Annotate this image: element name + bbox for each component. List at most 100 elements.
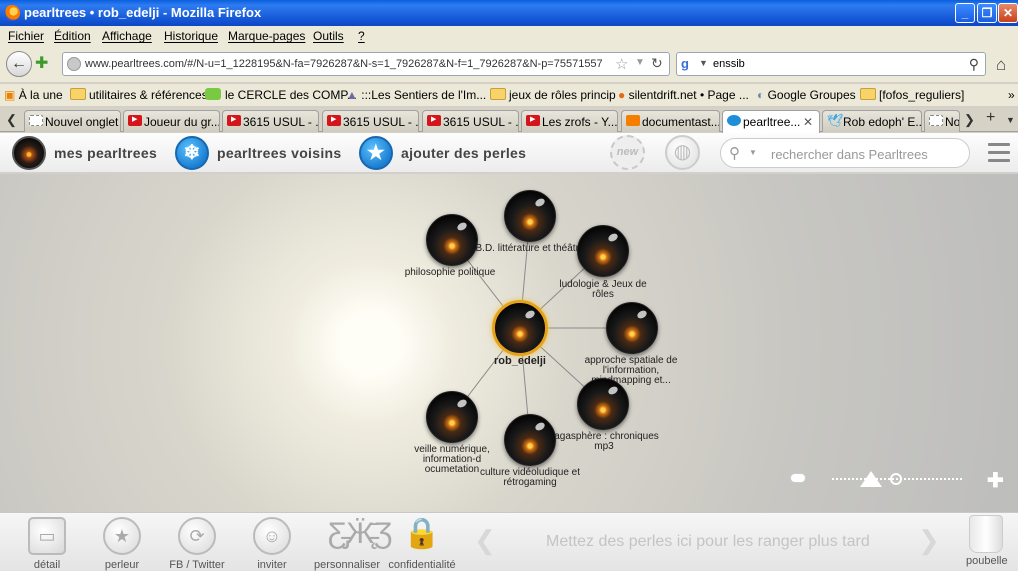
bookmark-jeux-de-roles[interactable]: jeux de rôles princip [490, 88, 616, 102]
menu-historique[interactable]: Historique [164, 29, 218, 43]
close-tab-icon[interactable]: ✕ [803, 115, 813, 129]
bookmark-google-groupes[interactable]: ◐ Google Groupes [757, 88, 856, 102]
site-icon: ▲ [346, 88, 358, 102]
pearl-label[interactable]: ludologie & Jeux de rôles [548, 280, 658, 300]
tab-nouvel-onglet[interactable]: Nouvel onglet [24, 110, 121, 132]
url-bar[interactable]: www.pearltrees.com/#/N-u=1_1228195&N-fa=… [62, 52, 670, 76]
star-icon: ★ [359, 136, 393, 170]
pearl-root-rob-edelji[interactable] [492, 300, 548, 356]
pearl-ludologie[interactable] [577, 225, 629, 277]
bookmark-silentdrift[interactable]: ● silentdrift.net • Page ... [618, 88, 749, 102]
back-arrow-icon: ← [11, 55, 27, 72]
search-scope-dropdown-icon[interactable]: ▼ [749, 148, 757, 157]
new-badge-button[interactable]: new [610, 135, 645, 170]
privacy-button[interactable]: 🔒 confidentialité [384, 517, 460, 571]
tab-3615-usul-3[interactable]: 3615 USUL - ... [422, 110, 519, 132]
tab-joueur-du-grenier[interactable]: Joueur du gr... [123, 110, 220, 132]
my-pearltrees-button[interactable]: mes pearltrees [12, 135, 157, 171]
engine-dropdown-icon[interactable]: ▼ [699, 58, 708, 68]
zoom-in-icon[interactable]: ✚ [987, 468, 1004, 493]
addon-puzzle-icon[interactable]: ✚ [35, 56, 51, 72]
pearl-label[interactable]: philosophie politique [395, 268, 505, 278]
detail-button[interactable]: ▭ détail [9, 517, 85, 571]
tab-documentaste[interactable]: documentast... [621, 110, 720, 132]
youtube-icon [227, 115, 241, 126]
home-icon[interactable]: ⌂ [996, 55, 1006, 75]
menu-hamburger-icon[interactable] [988, 143, 1010, 163]
perleur-button[interactable]: ★ perleur [84, 517, 160, 571]
tabs-scroll-left-icon[interactable]: ❮ [6, 112, 17, 128]
pearl-philosophie-politique[interactable] [426, 214, 478, 266]
dropzone-hint: Mettez des perles ici pour les ranger pl… [546, 533, 870, 550]
url-text[interactable]: www.pearltrees.com/#/N-u=1_1228195&N-fa=… [85, 58, 610, 70]
customize-button[interactable]: Ƹ̵̡Ӝ̵̨̄Ʒ personnaliser [309, 517, 392, 571]
people-icon: ☺ [253, 517, 291, 555]
google-engine-icon[interactable]: g [681, 56, 697, 72]
history-dropdown-icon[interactable]: ▼ [635, 57, 645, 68]
tab-untitled[interactable]: No [924, 110, 960, 132]
tab-rob-edoph[interactable]: 🕊 Rob edoph' E... [822, 110, 922, 132]
neighbor-pearltrees-button[interactable]: ❄ pearltrees voisins [175, 135, 341, 171]
menu-affichage[interactable]: Affichage [102, 29, 152, 43]
folder-icon [490, 88, 506, 100]
menu-marque-pages[interactable]: Marque-pages [228, 29, 305, 43]
pearltree-canvas[interactable]: philosophie politique B.D. littérature e… [0, 174, 1018, 512]
fb-twitter-button[interactable]: ⟳ FB / Twitter [159, 517, 235, 571]
pearl-veille-numerique[interactable] [426, 391, 478, 443]
pearl-culture-videoludique[interactable] [504, 414, 556, 466]
search-value[interactable]: enssib [713, 58, 745, 70]
trash-button[interactable]: poubelle [966, 515, 1008, 567]
share-refresh-icon: ⟳ [178, 517, 216, 555]
dropzone-right-arrow-icon[interactable]: ❯ [918, 525, 940, 556]
zoom-out-icon[interactable] [790, 473, 806, 483]
zoom-up-arrow-icon[interactable] [860, 471, 882, 487]
menu-help[interactable]: ? [358, 29, 365, 43]
pearl-approche-spatiale[interactable] [606, 302, 658, 354]
menu-fichier[interactable]: Fichier [8, 29, 44, 43]
back-button[interactable]: ← [6, 51, 32, 77]
invite-button[interactable]: ☺ inviter [234, 517, 310, 571]
zoom-handle[interactable] [890, 473, 902, 485]
pearl-label[interactable]: veille numérique, information-d ocumetat… [397, 445, 507, 475]
maximize-button[interactable]: ❐ [977, 3, 997, 23]
bottom-dock: ▭ détail ★ perleur ⟳ FB / Twitter ☺ invi… [0, 512, 1018, 571]
new-tab-icon[interactable]: + [986, 109, 995, 127]
dropzone-left-arrow-icon[interactable]: ❮ [474, 525, 496, 556]
pearl-label[interactable]: sagasphère : chroniques mp3 [549, 432, 659, 452]
site-identity-icon[interactable] [67, 57, 81, 71]
pearl-sagasphere[interactable] [577, 378, 629, 430]
reload-icon[interactable]: ↻ [651, 55, 663, 72]
tab-les-zrofs[interactable]: Les zrofs - Y... [521, 110, 618, 132]
menu-edition[interactable]: Édition [54, 29, 91, 43]
bookmark-a-la-une[interactable]: ▣ À la une [4, 88, 63, 102]
bookmark-utilitaires[interactable]: utilitaires & références [70, 88, 208, 102]
web-search-bar[interactable]: g ▼ enssib ⚲ [676, 52, 986, 76]
trash-can-icon [969, 515, 1003, 553]
tab-3615-usul-2[interactable]: 3615 USUL - ... [322, 110, 419, 132]
pearl-label[interactable]: B.D. littérature et théâtre [475, 244, 585, 254]
pearltrees-icon [727, 115, 741, 126]
youtube-icon [526, 115, 540, 126]
tab-3615-usul-1[interactable]: 3615 USUL - ... [222, 110, 319, 132]
rss-icon: ▣ [4, 88, 16, 102]
search-icon[interactable]: ⚲ [969, 56, 979, 73]
menu-outils[interactable]: Outils [313, 29, 344, 43]
bookmarks-overflow-icon[interactable]: » [1008, 88, 1015, 102]
close-button[interactable]: ✕ [998, 3, 1018, 23]
pearl-bd-litterature-theatre[interactable] [504, 190, 556, 242]
bookmark-sentiers[interactable]: ▲ :::Les Sentiers de l'Im... [346, 88, 486, 102]
tab-pearltrees[interactable]: pearltree... ✕ [722, 110, 820, 133]
pearltrees-search-input[interactable]: ⚲ ▼ rechercher dans Pearltrees [720, 138, 970, 168]
all-tabs-icon[interactable]: ▼ [1006, 115, 1015, 125]
bookmark-fofos[interactable]: [fofos_reguliers] [860, 88, 964, 102]
minimize-button[interactable]: _ [955, 3, 975, 23]
tabs-scroll-right-icon[interactable]: ❯ [964, 112, 975, 128]
globe-icon[interactable]: ◍ [665, 135, 700, 170]
bookmark-cercle[interactable]: le CERCLE des COMP... [205, 88, 357, 102]
bookmarks-toolbar: ▣ À la une utilitaires & références le C… [0, 84, 1018, 106]
zoom-slider[interactable]: ✚ [790, 469, 1010, 492]
root-pearl-label[interactable]: rob_edelji [465, 356, 575, 367]
bookmark-star-icon[interactable]: ☆ [615, 55, 628, 73]
pearltrees-header: mes pearltrees ❄ pearltrees voisins ★ aj… [0, 133, 1018, 173]
add-pearls-button[interactable]: ★ ajouter des perles [359, 135, 526, 171]
